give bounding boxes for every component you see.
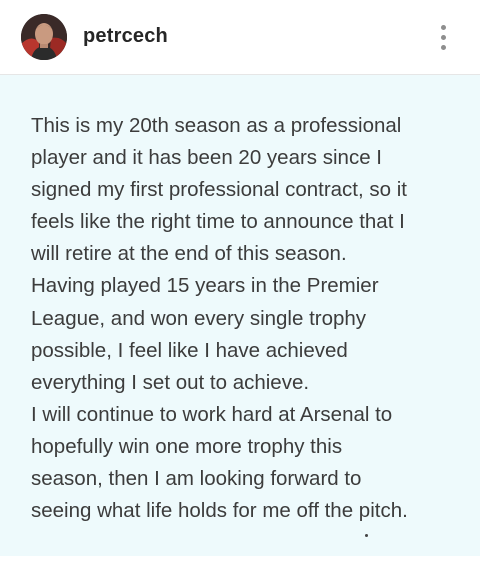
username-link[interactable]: petrcech [83,25,168,48]
more-icon-dot [440,24,446,30]
post-header: petrcech [0,0,480,75]
footer-strip [0,556,480,561]
more-icon-dot [440,34,446,40]
post-text: This is my 20th season as a professional… [31,114,408,523]
more-icon-dot [440,44,446,50]
profile-photo-icon [21,14,67,60]
decorative-dot [365,534,368,537]
more-options-button[interactable] [432,20,454,54]
post-image[interactable]: This is my 20th season as a professional… [0,75,480,556]
avatar[interactable] [21,14,67,60]
